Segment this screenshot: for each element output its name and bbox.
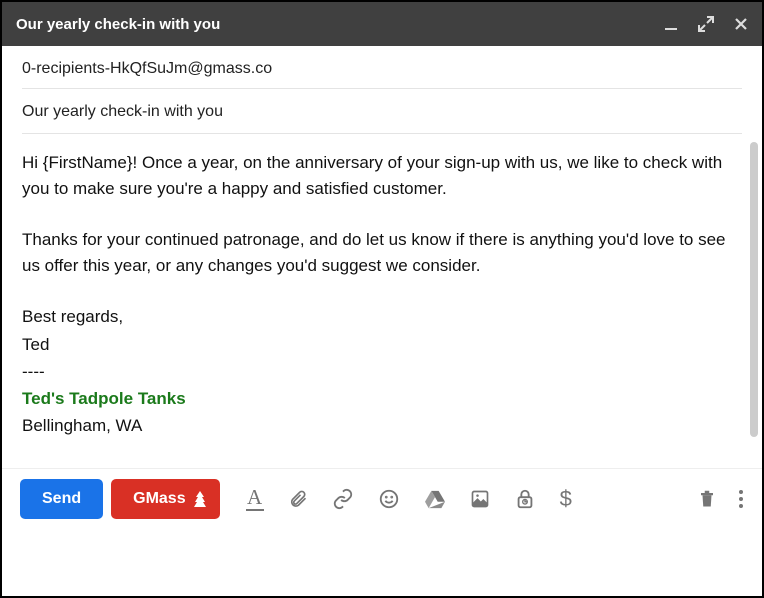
body-paragraph-2: Thanks for your continued patronage, and… (22, 227, 742, 280)
body-scrollbar[interactable] (750, 142, 758, 437)
subject-field[interactable]: Our yearly check-in with you (22, 89, 742, 134)
titlebar-actions (664, 16, 748, 32)
closing-name: Ted (22, 331, 742, 358)
more-options-icon[interactable] (738, 489, 744, 509)
body-container: Hi {FirstName}! Once a year, on the anni… (2, 134, 762, 468)
signature-company: Ted's Tadpole Tanks (22, 385, 742, 412)
money-icon[interactable]: $ (560, 486, 572, 512)
discard-draft-icon[interactable] (698, 489, 716, 509)
signature-divider: ---- (22, 358, 742, 385)
compose-toolbar: Send GMass A (2, 468, 762, 531)
google-drive-icon[interactable] (424, 489, 446, 509)
gmass-button-label: GMass (133, 490, 185, 508)
body-paragraph-1: Hi {FirstName}! Once a year, on the anni… (22, 150, 742, 203)
minimize-icon[interactable] (664, 17, 678, 31)
insert-emoji-icon[interactable] (378, 488, 400, 510)
gmass-button[interactable]: GMass (111, 479, 219, 519)
send-button[interactable]: Send (20, 479, 103, 519)
close-icon[interactable] (734, 17, 748, 31)
recipients-field[interactable]: 0-recipients-HkQfSuJm@gmass.co (22, 48, 742, 89)
formatting-tools: A (246, 486, 690, 512)
expand-icon[interactable] (698, 16, 714, 32)
compose-header-fields: 0-recipients-HkQfSuJm@gmass.co Our yearl… (2, 46, 762, 134)
gmass-tree-icon (194, 491, 206, 507)
toolbar-right-actions (698, 489, 744, 509)
formatting-options-icon[interactable]: A (246, 487, 264, 511)
send-button-label: Send (42, 490, 81, 508)
insert-link-icon[interactable] (332, 488, 354, 510)
body-closing: Best regards, Ted ---- Ted's Tadpole Tan… (22, 303, 742, 439)
closing-regards: Best regards, (22, 303, 742, 330)
confidential-mode-icon[interactable] (514, 488, 536, 510)
compose-titlebar: Our yearly check-in with you (2, 2, 762, 46)
email-body[interactable]: Hi {FirstName}! Once a year, on the anni… (2, 134, 762, 468)
attach-file-icon[interactable] (288, 488, 308, 510)
window-title: Our yearly check-in with you (16, 16, 664, 33)
insert-photo-icon[interactable] (470, 489, 490, 509)
signature-location: Bellingham, WA (22, 412, 742, 439)
